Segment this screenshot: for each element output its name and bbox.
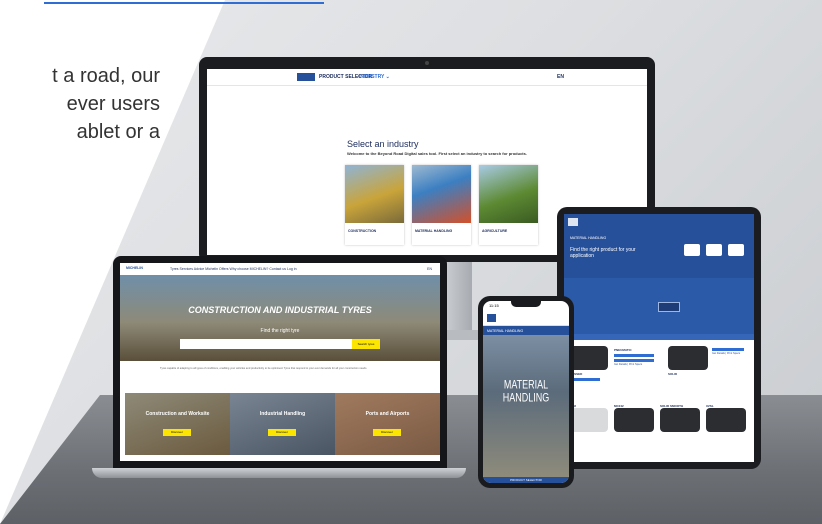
filter-panel: [564, 278, 754, 334]
tablet: MATERIAL HANDLING Find the right product…: [557, 207, 761, 469]
smartphone: 11:15 MATERIAL HANDLING MATERIAL HANDLIN…: [478, 296, 574, 488]
apply-filter-button[interactable]: [658, 302, 680, 312]
tire-type-option[interactable]: [706, 244, 722, 256]
phone-header: [483, 311, 569, 326]
tire-image: [668, 346, 708, 370]
category-title: Ports and Airports: [365, 411, 410, 417]
product-name: PNEUMATIC: [614, 348, 632, 352]
category-ports[interactable]: Ports and Airports Discover: [335, 393, 440, 455]
material-handling-image: [412, 165, 471, 223]
tire-type-option[interactable]: [684, 244, 700, 256]
industry-label: MATERIAL HANDLING: [570, 236, 607, 240]
page-title: Select an industry: [347, 139, 419, 149]
hero-title: CONSTRUCTION AND INDUSTRIAL TYRES: [188, 305, 372, 315]
search-button[interactable]: Search tyres: [352, 339, 380, 349]
discover-button[interactable]: Discover: [163, 429, 191, 436]
nav-links[interactable]: Tyres Services Advice Michelin Offers Wh…: [170, 267, 297, 271]
tire-image: [706, 408, 746, 432]
industry-dropdown[interactable]: INDUSTRY ⌄: [359, 74, 390, 80]
accent-line: [44, 2, 324, 4]
tablet-screen: MATERIAL HANDLING Find the right product…: [564, 214, 754, 462]
language-selector[interactable]: EN: [557, 74, 564, 80]
product-card[interactable]: SOLID: [668, 346, 708, 376]
language-selector[interactable]: EN: [427, 267, 432, 271]
rating-bar: [712, 348, 744, 351]
product-name: SOLID: [668, 372, 678, 376]
intro-line-1: t a road, our: [52, 65, 160, 87]
selector-question: Find the right product for your applicat…: [570, 247, 636, 259]
product-name: PRESSED: [568, 372, 583, 376]
product-card[interactable]: MC242: [614, 402, 654, 432]
tire-image: [568, 346, 608, 370]
michelin-logo[interactable]: MICHELIN: [126, 266, 143, 270]
industry-card-label: CONSTRUCTION: [348, 229, 377, 233]
brand-logo[interactable]: [297, 73, 315, 81]
brand-logo[interactable]: [487, 314, 496, 322]
industry-card-construction[interactable]: CONSTRUCTION: [345, 165, 404, 245]
product-card[interactable]: Get Details | Print Specs: [712, 346, 752, 355]
phone-screen: 11:15 MATERIAL HANDLING MATERIAL HANDLIN…: [483, 301, 569, 483]
desktop-header: PRODUCT SELECTOR INDUSTRY ⌄ EN: [207, 69, 647, 86]
laptop-screen: MICHELIN Tyres Services Advice Michelin …: [120, 263, 440, 461]
find-tyre-label: Find the right tyre: [260, 328, 300, 334]
intro-line-3: ablet or a: [76, 121, 160, 143]
product-links[interactable]: Get Details | Print Specs: [614, 363, 664, 366]
agriculture-image: [479, 165, 538, 223]
intro-line-2: ever users: [66, 93, 160, 115]
category-construction[interactable]: Construction and Worksite Discover: [125, 393, 230, 455]
product-card[interactable]: SOLID SMOOTH: [660, 402, 700, 432]
intro-paragraph: Tyres capable of adapting to all types o…: [160, 367, 368, 370]
tire-image: [568, 408, 608, 432]
tire-type-option[interactable]: [728, 244, 744, 256]
rating-bar: [614, 354, 654, 357]
brand-logo[interactable]: [568, 218, 578, 226]
industry-card-label: AGRICULTURE: [482, 229, 508, 233]
camera-dot: [425, 61, 429, 65]
category-title: Industrial Handling: [259, 411, 306, 417]
phone-notch: [511, 301, 541, 307]
product-links[interactable]: Get Details | Print Specs: [712, 352, 752, 355]
category-industrial[interactable]: Industrial Handling Discover: [230, 393, 335, 455]
page-subtitle: Welcome to the Beyond Road Digital sales…: [347, 151, 527, 156]
category-title: Construction and Worksite: [145, 411, 210, 417]
tire-image: [660, 408, 700, 432]
product-selector-button[interactable]: PRODUCT SELECTOR: [483, 477, 569, 483]
phone-hero: MATERIAL HANDLING: [483, 335, 569, 477]
intro-text: t a road, our ever users ablet or a: [0, 62, 160, 146]
tyre-search-bar[interactable]: Search tyres: [180, 339, 380, 349]
discover-button[interactable]: Discover: [373, 429, 401, 436]
construction-image: [345, 165, 404, 223]
hero-title: MATERIAL HANDLING: [502, 378, 550, 404]
discover-button[interactable]: Discover: [268, 429, 296, 436]
product-grid: PRESSED PNEUMATIC Get Details | Print Sp…: [564, 340, 754, 462]
product-card[interactable]: XZSL: [706, 402, 746, 432]
tire-image: [614, 408, 654, 432]
product-card[interactable]: PNEUMATIC Get Details | Print Specs: [614, 346, 664, 366]
tablet-header: MATERIAL HANDLING Find the right product…: [564, 214, 754, 278]
industry-card-material-handling[interactable]: MATERIAL HANDLING: [412, 165, 471, 245]
rating-bar: [614, 359, 654, 362]
product-card[interactable]: XZM2: [568, 402, 608, 432]
hero-banner: CONSTRUCTION AND INDUSTRIAL TYRES Find t…: [120, 275, 440, 361]
product-card[interactable]: PRESSED: [568, 346, 608, 381]
industry-card-agriculture[interactable]: AGRICULTURE: [479, 165, 538, 245]
industry-card-label: MATERIAL HANDLING: [415, 229, 453, 233]
laptop: MICHELIN Tyres Services Advice Michelin …: [113, 256, 447, 468]
laptop-base: [92, 468, 466, 478]
